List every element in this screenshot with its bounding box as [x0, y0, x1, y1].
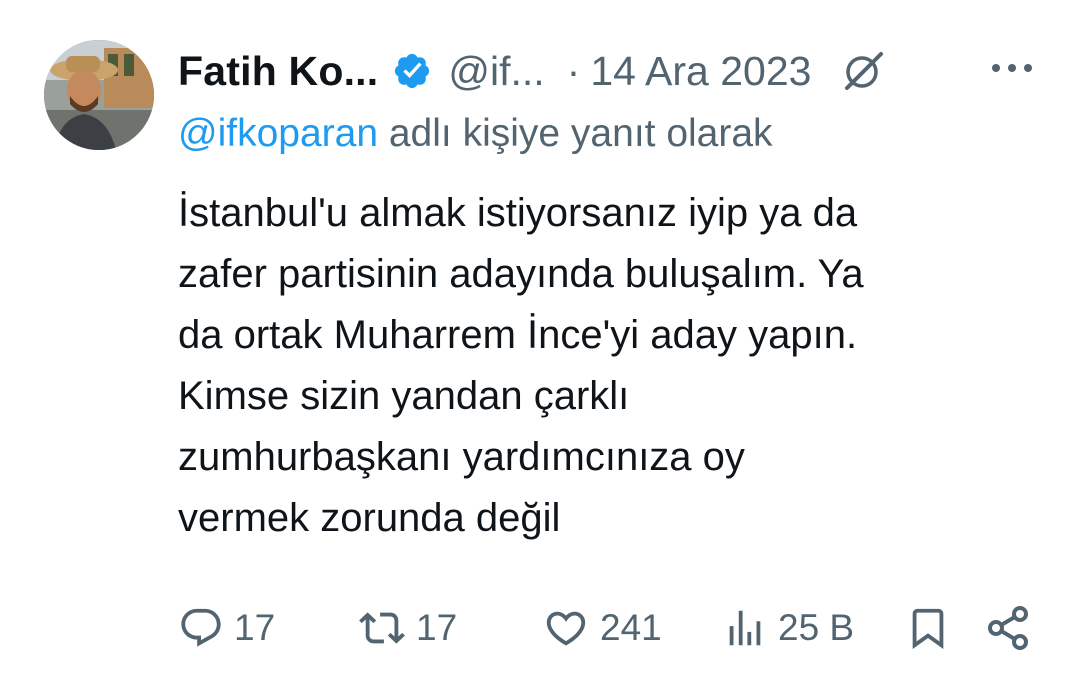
separator: · [566, 47, 581, 94]
tweet-text-line: Kimse sizin yandan çarklı [178, 374, 630, 418]
views-bars-icon [729, 610, 761, 646]
action-bar: 17 17 241 25 B [0, 600, 1080, 656]
tweet-text: İstanbul'u almak istiyorsanız iyip ya da… [178, 183, 1058, 549]
views-button[interactable]: 25 B [722, 600, 854, 656]
tweet-text-line: zafer partisinin adayında buluşalım. Ya [178, 252, 864, 296]
verified-badge-icon [392, 51, 432, 91]
like-count: 241 [600, 607, 662, 648]
tweet-text-line: zumhurbaşkanı yardımcınıza oy [178, 435, 745, 479]
grok-icon[interactable] [841, 49, 885, 93]
author-handle[interactable]: @if... [448, 48, 544, 95]
reply-bubble-icon [181, 608, 221, 647]
reply-mention-link[interactable]: @ifkoparan [178, 112, 378, 155]
tweet: Fatih Ko... @if... · 14 Ara 2023 @ifkopa… [0, 0, 1080, 687]
tweet-date[interactable]: 14 Ara 2023 [590, 48, 811, 95]
tweet-header: Fatih Ko... @if... · 14 Ara 2023 [178, 44, 1038, 98]
tweet-text-line: İstanbul'u almak istiyorsanız iyip ya da [178, 191, 858, 235]
views-count: 25 B [778, 607, 855, 648]
display-name[interactable]: Fatih Ko... [178, 48, 378, 95]
repost-arrows-icon [359, 612, 405, 644]
share-button[interactable] [984, 600, 1032, 656]
more-dots-icon[interactable] [990, 58, 1034, 78]
reply-context-text: adlı kişiye yanıt olarak [378, 112, 773, 155]
avatar[interactable] [44, 40, 154, 150]
tweet-text-line: vermek zorunda değil [178, 496, 561, 540]
bookmark-icon [912, 608, 944, 649]
like-button[interactable]: 241 [542, 600, 662, 656]
reply-context: @ifkoparan adlı kişiye yanıt olarak [178, 112, 773, 156]
reply-button[interactable]: 17 [178, 600, 275, 656]
repost-button[interactable]: 17 [358, 600, 457, 656]
tweet-text-line: da ortak Muharrem İnce'yi aday yapın. [178, 313, 858, 357]
share-icon [988, 606, 1028, 650]
bookmark-button[interactable] [905, 600, 951, 656]
reply-count: 17 [234, 607, 276, 648]
heart-icon [546, 611, 586, 646]
repost-count: 17 [416, 607, 458, 648]
